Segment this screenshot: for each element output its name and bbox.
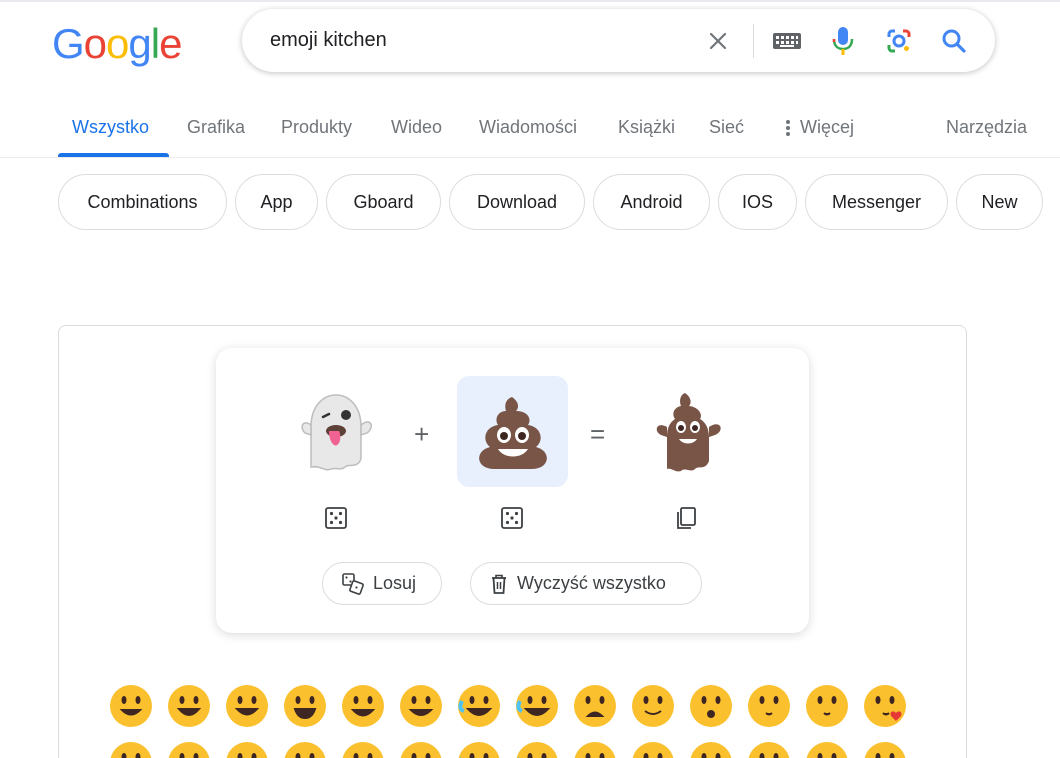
chip-download[interactable]: Download [449, 174, 585, 230]
squinting-laughing-icon[interactable] [340, 683, 386, 729]
kissing-smiling-eyes-icon[interactable] [746, 683, 792, 729]
tab-videos[interactable]: Wideo [391, 117, 442, 138]
dice-icon[interactable] [323, 505, 349, 531]
logo-letter: e [159, 20, 182, 67]
grinning-smiling-eyes-icon[interactable] [224, 683, 270, 729]
chip-ios[interactable]: IOS [718, 174, 797, 230]
kissing-face-icon[interactable] [688, 683, 734, 729]
winking-face-icon[interactable] [630, 683, 676, 729]
emoji-icon[interactable] [746, 740, 792, 758]
beaming-face-icon[interactable] [282, 683, 328, 729]
tab-more[interactable]: Więcej [786, 117, 854, 138]
copy-icon[interactable] [673, 505, 699, 531]
tab-tools[interactable]: Narzędzia [946, 117, 1027, 138]
right-emoji-slot[interactable] [457, 376, 568, 487]
logo-letter: g [128, 20, 151, 67]
equals-operator: = [590, 419, 606, 449]
active-tab-indicator [58, 153, 169, 157]
emoji-icon[interactable] [514, 740, 560, 758]
emoji-icon[interactable] [340, 740, 386, 758]
emoji-icon[interactable] [630, 740, 676, 758]
emoji-icon[interactable] [224, 740, 270, 758]
left-emoji-slot[interactable] [280, 376, 391, 487]
randomize-label: Losuj [373, 573, 417, 593]
face-blowing-kiss-icon[interactable] [862, 683, 908, 729]
search-tabs: Wszystko Grafika Produkty Wideo Wiadomoś… [0, 100, 1060, 158]
clear-all-button[interactable]: Wyczyść wszystko [470, 562, 702, 605]
microphone-icon[interactable] [827, 25, 859, 57]
search-icon[interactable] [938, 25, 970, 57]
tab-all[interactable]: Wszystko [72, 117, 149, 138]
shuffle-dice-icon [341, 572, 365, 596]
clear-icon[interactable] [702, 25, 734, 57]
tab-news[interactable]: Wiadomości [479, 117, 577, 138]
emoji-grid-row [108, 683, 928, 735]
chip-messenger[interactable]: Messenger [805, 174, 948, 230]
rolling-on-floor-laughing-icon[interactable] [514, 683, 560, 729]
logo-letter: l [150, 20, 160, 67]
emoji-grid-row [108, 740, 928, 758]
chip-new[interactable]: New [956, 174, 1043, 230]
tab-books[interactable]: Książki [618, 117, 675, 138]
chip-android[interactable]: Android [593, 174, 710, 230]
emoji-icon[interactable] [862, 740, 908, 758]
window-top-edge [0, 0, 1060, 3]
tears-of-joy-icon[interactable] [456, 683, 502, 729]
dice-icon[interactable] [499, 505, 525, 531]
emoji-icon[interactable] [804, 740, 850, 758]
ghost-emoji-icon [300, 393, 372, 470]
emoji-icon[interactable] [282, 740, 328, 758]
logo-letter: o [83, 20, 107, 67]
plus-operator: + [414, 419, 430, 449]
trash-icon [489, 573, 509, 595]
kissing-closed-eyes-icon[interactable] [804, 683, 850, 729]
chip-combinations[interactable]: Combinations [58, 174, 227, 230]
chip-app[interactable]: App [235, 174, 318, 230]
grinning-sweat-icon[interactable] [398, 683, 444, 729]
tab-web[interactable]: Sieć [709, 117, 744, 138]
emoji-icon[interactable] [108, 740, 154, 758]
loudly-crying-icon[interactable] [572, 683, 618, 729]
tab-more-label: Więcej [800, 117, 855, 137]
clear-all-label: Wyczyść wszystko [517, 573, 666, 593]
randomize-button[interactable]: Losuj [322, 562, 442, 605]
more-vert-icon [786, 118, 790, 138]
search-input[interactable]: emoji kitchen [270, 29, 387, 52]
keyboard-icon[interactable] [771, 25, 803, 57]
emoji-icon[interactable] [398, 740, 444, 758]
emoji-icon[interactable] [456, 740, 502, 758]
grinning-face-icon[interactable] [108, 683, 154, 729]
emoji-icon[interactable] [688, 740, 734, 758]
emoji-icon[interactable] [572, 740, 618, 758]
pile-of-poo-icon [478, 396, 547, 469]
chip-gboard[interactable]: Gboard [326, 174, 441, 230]
search-divider [753, 24, 754, 58]
logo-letter: o [106, 20, 129, 67]
logo-letter: G [52, 20, 85, 67]
search-box[interactable]: emoji kitchen [242, 9, 995, 72]
tab-products[interactable]: Produkty [281, 117, 352, 138]
tab-images[interactable]: Grafika [187, 117, 245, 138]
google-logo[interactable]: Google [52, 20, 182, 68]
grinning-big-eyes-icon[interactable] [166, 683, 212, 729]
result-emoji-slot[interactable] [632, 376, 743, 487]
emoji-icon[interactable] [166, 740, 212, 758]
poo-ghost-emoji-icon [656, 392, 721, 471]
lens-camera-icon[interactable] [883, 25, 915, 57]
